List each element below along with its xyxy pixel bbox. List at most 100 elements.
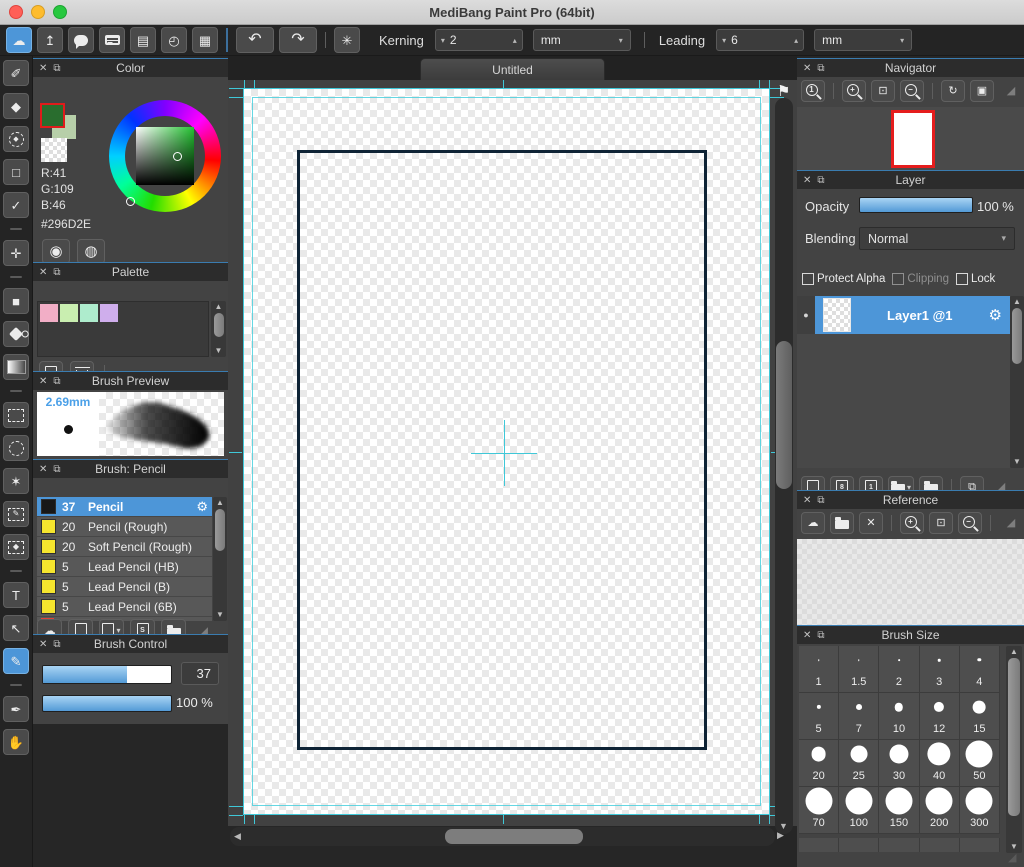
reference-content[interactable]: [797, 539, 1024, 626]
brush-opacity-slider[interactable]: [42, 695, 172, 712]
spin-down-icon[interactable]: ▾: [722, 36, 726, 45]
spin-down-icon[interactable]: ▾: [441, 36, 445, 45]
scroll-thumb[interactable]: [1012, 308, 1022, 364]
toolbar-button-share[interactable]: ↥: [37, 27, 63, 53]
reference-button-open-folder[interactable]: [830, 512, 854, 534]
layer-scrollbar[interactable]: ▲ ▼: [1010, 296, 1024, 468]
brush-size-option[interactable]: 70: [799, 787, 839, 834]
busy-spinner-button[interactable]: ✳: [334, 27, 360, 53]
brush-size-option[interactable]: 12: [920, 693, 960, 740]
brush-size-option[interactable]: 100: [839, 787, 879, 834]
tool-button-bucket[interactable]: [3, 321, 29, 347]
tool-button-move[interactable]: ✛: [3, 240, 29, 266]
foreground-color-swatch[interactable]: [40, 103, 65, 128]
brush-size-option[interactable]: 2: [879, 646, 919, 693]
hue-wheel[interactable]: [109, 100, 221, 212]
scroll-up-icon[interactable]: ▲: [216, 497, 224, 509]
palette-swatch[interactable]: [60, 304, 78, 322]
scroll-up-icon[interactable]: ▲: [1013, 296, 1021, 308]
tool-button-select-eraser[interactable]: ◆: [3, 534, 29, 560]
hue-marker[interactable]: [126, 197, 135, 206]
brush-item-Pencil[interactable]: 37 Pencil ⚙: [37, 497, 212, 517]
transparent-color-swatch[interactable]: [41, 138, 67, 162]
layer-checkbox[interactable]: Lock: [956, 273, 995, 285]
layer-checkbox[interactable]: Protect Alpha: [802, 273, 885, 285]
tool-button-fill-rect[interactable]: ■: [3, 288, 29, 314]
color-palette-button[interactable]: ◉: [42, 239, 70, 264]
tool-button-select-rect[interactable]: [3, 402, 29, 428]
saturation-value-square[interactable]: [136, 127, 194, 185]
tool-button-eraser-lasso[interactable]: ◆: [3, 126, 29, 152]
document-tab[interactable]: Untitled: [420, 58, 605, 80]
scroll-down-icon[interactable]: ▼: [215, 345, 223, 357]
tool-button-magic-wand[interactable]: ✶: [3, 468, 29, 494]
brush-size-option[interactable]: 10: [879, 693, 919, 740]
layer-checkbox[interactable]: Clipping: [892, 273, 949, 285]
brush-size-option[interactable]: 15: [960, 693, 1000, 740]
toolbar-button-material-edit[interactable]: ▦: [192, 27, 218, 53]
brush-size-option[interactable]: 5: [799, 693, 839, 740]
checkbox-icon[interactable]: [956, 273, 968, 285]
sv-marker[interactable]: [173, 152, 182, 161]
palette-swatch[interactable]: [80, 304, 98, 322]
tool-button-eraser[interactable]: ◆: [3, 93, 29, 119]
navigator-button-zoom-100[interactable]: 1: [801, 80, 825, 102]
tool-button-pen[interactable]: ✎: [3, 648, 29, 674]
tool-button-select-lasso[interactable]: [3, 435, 29, 461]
brush-item-Lead Pencil (HB)[interactable]: 5 Lead Pencil (HB): [37, 557, 212, 577]
brush-size-option[interactable]: 1.5: [839, 646, 879, 693]
navigator-button-reset-rotation[interactable]: ↻: [941, 80, 965, 102]
brush-size-option[interactable]: 3: [920, 646, 960, 693]
toolbar-button-history[interactable]: ◴: [161, 27, 187, 53]
navigator-page-thumbnail[interactable]: [891, 110, 935, 168]
tool-button-brush[interactable]: ✐: [3, 60, 29, 86]
tool-button-operation[interactable]: ↖: [3, 615, 29, 641]
gear-icon[interactable]: ⚙: [196, 499, 208, 515]
spin-up-icon[interactable]: ▴: [513, 36, 517, 45]
brush-size-option[interactable]: 40: [920, 740, 960, 787]
brush-item-Pencil (Rough)[interactable]: 20 Pencil (Rough): [37, 517, 212, 537]
brush-size-option[interactable]: 200: [920, 787, 960, 834]
scroll-left-icon[interactable]: ◀: [234, 831, 241, 842]
leading-stepper[interactable]: ▾ 6 ▴: [716, 29, 804, 51]
scroll-right-icon[interactable]: ▶: [777, 830, 784, 841]
palette-swatch[interactable]: [40, 304, 58, 322]
toolbar-button-comment-rect[interactable]: [99, 27, 125, 53]
page-flag-icon[interactable]: ⚑: [777, 82, 790, 100]
layer-row-Layer1 @1[interactable]: ● Layer1 @1 ⚙: [797, 296, 1010, 334]
reference-button-clear[interactable]: ✕: [859, 512, 883, 534]
color-bar-button[interactable]: ◍: [77, 239, 105, 264]
visibility-icon[interactable]: ●: [797, 296, 815, 334]
checkbox-icon[interactable]: [892, 273, 904, 285]
brush-size-option[interactable]: 50: [960, 740, 1000, 787]
canvas-vertical-scrollbar[interactable]: ▼: [775, 98, 793, 834]
palette-swatch[interactable]: [100, 304, 118, 322]
brush-size-option[interactable]: 30: [879, 740, 919, 787]
kerning-stepper[interactable]: ▾ 2 ▴: [435, 29, 523, 51]
navigator-button-fit-screen[interactable]: ⊡: [871, 80, 895, 102]
tool-button-shape-brush[interactable]: □: [3, 159, 29, 185]
redo-button[interactable]: ↷: [279, 27, 317, 53]
gear-icon[interactable]: ⚙: [989, 306, 1002, 324]
scroll-thumb[interactable]: [215, 509, 225, 551]
tool-button-select-pen[interactable]: ✎: [3, 501, 29, 527]
toolbar-button-comment-round[interactable]: [68, 27, 94, 53]
layer-opacity-slider[interactable]: [859, 197, 973, 213]
brush-size-option[interactable]: 20: [799, 740, 839, 787]
spin-up-icon[interactable]: ▴: [794, 36, 798, 45]
undo-button[interactable]: ↶: [236, 27, 274, 53]
navigator-button-frame[interactable]: ▣: [970, 80, 994, 102]
tool-button-polyline[interactable]: ✓: [3, 192, 29, 218]
reference-button-more[interactable]: ◢: [999, 512, 1023, 534]
navigator-preview[interactable]: [797, 107, 1024, 170]
navigator-button-more[interactable]: ◢: [999, 80, 1023, 102]
tool-button-eyedropper[interactable]: ✒: [3, 696, 29, 722]
brush-size-slider[interactable]: [42, 665, 172, 684]
resize-grip[interactable]: ◢: [1008, 851, 1022, 865]
canvas-page[interactable]: [243, 88, 770, 815]
toolbar-button-document[interactable]: ▤: [130, 27, 156, 53]
scroll-thumb[interactable]: [1008, 658, 1020, 816]
brush-size-option[interactable]: 4: [960, 646, 1000, 693]
palette-scrollbar[interactable]: ▲ ▼: [211, 301, 226, 357]
reference-button-zoom-out[interactable]: −: [958, 512, 982, 534]
